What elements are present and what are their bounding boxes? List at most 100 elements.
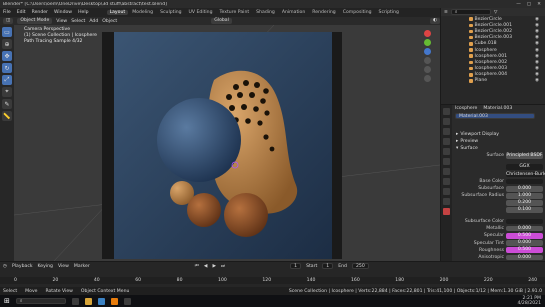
editor-type-icon[interactable]: ◫ bbox=[3, 18, 14, 24]
subsurface-radius-z[interactable]: 0.100 bbox=[506, 207, 543, 214]
section-viewport-display[interactable]: ▸ Viewport Display bbox=[453, 131, 545, 138]
tab-animation[interactable]: Animation bbox=[279, 10, 308, 15]
outliner-search-input[interactable]: ⌕ bbox=[450, 9, 491, 15]
visibility-eye-icon[interactable]: ◉ bbox=[535, 35, 539, 40]
close-button[interactable]: ✕ bbox=[537, 2, 541, 7]
outliner-item[interactable]: BezierCircle.001 bbox=[475, 23, 513, 28]
visibility-eye-icon[interactable]: ◉ bbox=[535, 78, 539, 83]
task-view-icon[interactable] bbox=[71, 297, 79, 305]
section-surface[interactable]: ▾ Surface bbox=[453, 145, 545, 152]
visibility-eye-icon[interactable]: ◉ bbox=[535, 17, 539, 22]
material-slot[interactable]: Material.003 bbox=[455, 112, 535, 119]
view-layer-tab-icon[interactable] bbox=[443, 138, 450, 145]
play-reverse-icon[interactable]: ◀ bbox=[204, 264, 208, 269]
camera-view-icon[interactable] bbox=[423, 75, 431, 82]
menu-window[interactable]: Window bbox=[54, 10, 72, 15]
cursor-tool-icon[interactable]: ⊕ bbox=[2, 39, 12, 49]
menu-keying[interactable]: Keying bbox=[38, 264, 53, 269]
visibility-eye-icon[interactable]: ◉ bbox=[535, 60, 539, 65]
rotate-tool-icon[interactable]: ↻ bbox=[2, 63, 12, 73]
timeline-editor-icon[interactable]: ◷ bbox=[3, 264, 7, 269]
menu-help[interactable]: Help bbox=[78, 10, 88, 15]
tab-compositing[interactable]: Compositing bbox=[340, 10, 375, 15]
outliner-item[interactable]: BezierCircle.002 bbox=[475, 29, 513, 34]
material-tab-icon[interactable] bbox=[443, 208, 450, 215]
transform-tool-icon[interactable]: ⌖ bbox=[2, 87, 12, 97]
roughness-field[interactable]: 0.500 bbox=[506, 247, 543, 254]
tab-layout[interactable]: Layout bbox=[106, 10, 129, 15]
outliner-item[interactable]: Icosphere.001 bbox=[475, 54, 508, 59]
menu-timeline-view[interactable]: View bbox=[58, 264, 69, 269]
outliner-item[interactable]: BezierCircle bbox=[475, 17, 502, 22]
outliner-editor-icon[interactable]: ≡ bbox=[444, 10, 448, 15]
menu-playback[interactable]: Playback bbox=[12, 264, 33, 269]
mode-dropdown[interactable]: Object Mode bbox=[17, 18, 53, 24]
menu-add[interactable]: Add bbox=[89, 19, 98, 24]
measure-tool-icon[interactable]: 📏 bbox=[2, 111, 12, 121]
modifier-tab-icon[interactable] bbox=[443, 178, 450, 185]
specular-field[interactable]: 0.500 bbox=[506, 233, 543, 239]
visibility-eye-icon[interactable]: ◉ bbox=[535, 66, 539, 71]
base-color-swatch[interactable] bbox=[506, 178, 543, 185]
file-explorer-icon[interactable] bbox=[84, 297, 92, 305]
subsurface-radius-y[interactable]: 0.200 bbox=[506, 200, 543, 206]
tab-modeling[interactable]: Modeling bbox=[129, 10, 156, 15]
3d-viewport[interactable] bbox=[14, 25, 440, 261]
move-tool-icon[interactable]: ✥ bbox=[2, 51, 12, 61]
maximize-button[interactable]: ▢ bbox=[527, 2, 531, 7]
browser-icon[interactable] bbox=[97, 297, 105, 305]
transform-orientation-dropdown[interactable]: Global bbox=[211, 18, 232, 24]
tab-shading[interactable]: Shading bbox=[253, 10, 278, 15]
tool-tab-icon[interactable] bbox=[443, 108, 450, 115]
render-tab-icon[interactable] bbox=[443, 118, 450, 125]
menu-view[interactable]: View bbox=[56, 19, 67, 24]
outliner-item[interactable]: Plane bbox=[475, 78, 488, 83]
outliner-item[interactable]: BezierCircle.003 bbox=[475, 35, 513, 40]
pan-hand-icon[interactable] bbox=[423, 66, 431, 73]
shading-mode-icon[interactable]: ◐ bbox=[429, 18, 440, 24]
subsurface-color-swatch[interactable] bbox=[506, 218, 543, 225]
menu-marker[interactable]: Marker bbox=[74, 264, 90, 269]
menu-render[interactable]: Render bbox=[32, 10, 48, 15]
visibility-eye-icon[interactable]: ◉ bbox=[535, 41, 539, 46]
outliner-item[interactable]: Icosphere.002 bbox=[475, 60, 508, 65]
visibility-eye-icon[interactable]: ◉ bbox=[535, 48, 539, 53]
particles-tab-icon[interactable] bbox=[443, 188, 450, 195]
zoom-icon[interactable] bbox=[423, 57, 431, 64]
jump-end-icon[interactable]: ⏭ bbox=[221, 263, 225, 269]
tab-scripting[interactable]: Scripting bbox=[376, 10, 402, 15]
distribution-dropdown[interactable]: GGX bbox=[506, 164, 543, 170]
tab-texture-paint[interactable]: Texture Paint bbox=[217, 10, 253, 15]
taskbar-search-input[interactable]: ⌕ bbox=[15, 298, 66, 304]
current-frame-field[interactable]: 1 bbox=[290, 263, 302, 269]
object-tab-icon[interactable] bbox=[443, 168, 450, 175]
anisotropic-field[interactable]: 0.000 bbox=[506, 254, 543, 261]
visibility-eye-icon[interactable]: ◉ bbox=[535, 29, 539, 34]
menu-edit[interactable]: Edit bbox=[17, 10, 26, 15]
output-tab-icon[interactable] bbox=[443, 128, 450, 135]
end-frame-field[interactable]: 250 bbox=[351, 263, 369, 269]
jump-start-icon[interactable]: ⏮ bbox=[195, 263, 199, 269]
section-preview[interactable]: ▸ Preview bbox=[453, 138, 545, 145]
minimize-button[interactable]: — bbox=[516, 2, 521, 7]
z-axis-icon[interactable] bbox=[423, 48, 431, 55]
windows-start-icon[interactable]: ⊞ bbox=[4, 297, 10, 305]
menu-object[interactable]: Object bbox=[102, 19, 117, 24]
visibility-eye-icon[interactable]: ◉ bbox=[535, 54, 539, 59]
physics-tab-icon[interactable] bbox=[443, 198, 450, 205]
scale-tool-icon[interactable]: ⤢ bbox=[2, 75, 12, 85]
outliner-item[interactable]: Icosphere bbox=[475, 48, 497, 53]
timeline-ruler[interactable]: 0 20 40 60 80 100 120 140 160 180 200 22… bbox=[0, 277, 545, 284]
filter-icon[interactable]: ▽ bbox=[494, 10, 498, 15]
world-tab-icon[interactable] bbox=[443, 158, 450, 165]
outliner-item[interactable]: Icosphere.003 bbox=[475, 66, 508, 71]
app-icon[interactable] bbox=[123, 297, 131, 305]
annotate-tool-icon[interactable]: ✎ bbox=[2, 99, 12, 109]
subsurface-radius-x[interactable]: 1.000 bbox=[506, 193, 543, 199]
surface-shader-dropdown[interactable]: Principled BSDF bbox=[506, 153, 543, 159]
x-axis-icon[interactable] bbox=[423, 30, 431, 37]
tab-uv-editing[interactable]: UV Editing bbox=[186, 10, 216, 15]
visibility-eye-icon[interactable]: ◉ bbox=[535, 72, 539, 77]
subsurface-method-dropdown[interactable]: Christensen-Burley bbox=[506, 171, 545, 178]
subsurface-field[interactable]: 0.000 bbox=[506, 185, 543, 192]
